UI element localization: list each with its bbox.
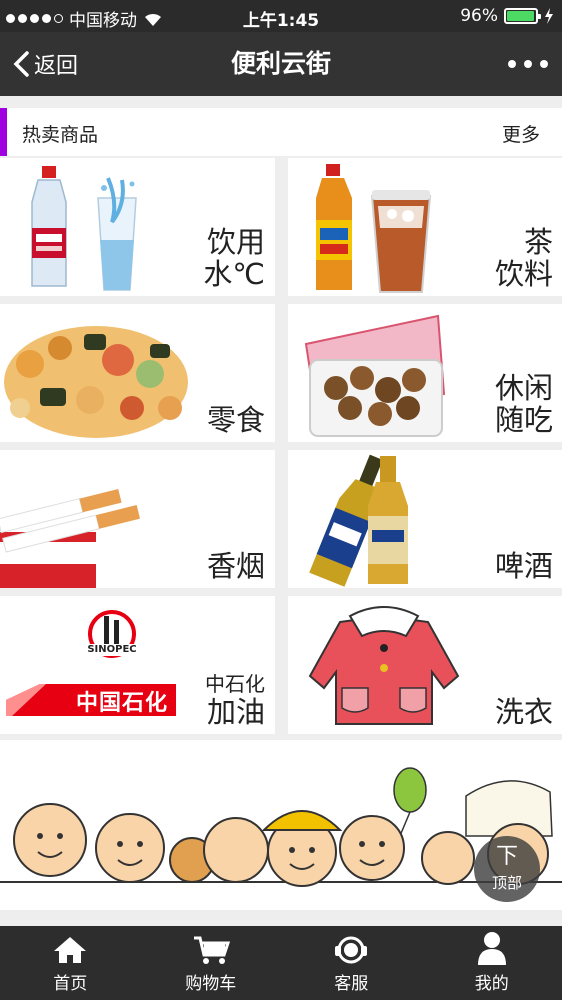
tile-label: 中石化 加油 [205,672,265,728]
laundry-icon [308,606,460,725]
water-bottle-icon [31,166,137,291]
tile-label: 休闲 随吃 [495,372,553,436]
tile-label-line2: 啤酒 [494,549,553,583]
cigarette-icon [0,488,141,588]
tab-profile[interactable]: 我的 [422,926,562,1000]
nav-bar: 返回 便利云街 [0,32,562,96]
tile-label-line2: 零食 [206,403,265,437]
tile-label-line2: 加油 [206,695,265,729]
tab-service[interactable]: 客服 [281,926,422,1000]
tile-label-line1: 休闲 [494,371,553,405]
snacks-icon [4,326,188,438]
more-link[interactable]: 更多 [502,120,540,147]
beer-icon [309,454,408,587]
sinopec-icon: SINOPEC 中国石化 [0,596,200,734]
tile-label-line2: 饮料 [494,257,553,291]
tile-label: 洗衣 [495,696,553,728]
sinopec-brand: SINOPEC [87,644,137,655]
category-tile-tea[interactable]: 茶 饮料 [288,158,562,296]
category-tile-snacks[interactable]: 零食 [0,304,275,442]
tile-label-line2: 随吃 [494,403,553,437]
headset-icon [335,936,368,964]
tile-label-line1: 中石化 [205,672,265,696]
tile-label-line2: 水℃ [203,257,265,291]
tile-label-line2: 香烟 [206,549,265,583]
user-icon [477,932,506,965]
tile-label-line2: 洗衣 [494,695,553,729]
tab-cart[interactable]: 购物车 [141,926,282,1000]
tile-label: 茶 饮料 [495,226,553,290]
scroll-to-top-button[interactable]: 下 顶部 [474,836,540,902]
tab-profile-label: 我的 [474,974,509,994]
hot-products-header: 热卖商品 更多 [0,108,562,156]
battery-percent: 96% [460,6,498,26]
status-bar: 中国移动 上午1:45 96% [0,0,562,32]
category-tile-beer[interactable]: 啤酒 [288,450,562,588]
category-tile-water[interactable]: 饮用 水℃ [0,158,275,296]
tab-home-label: 首页 [53,974,88,994]
tile-label-line1: 茶 [523,225,553,259]
page-title: 便利云街 [230,49,331,78]
home-icon [54,937,87,963]
tab-cart-label: 购物车 [185,974,237,994]
battery-fill [507,11,534,21]
tile-label-line1: 饮用 [206,225,265,259]
category-tile-cigarettes[interactable]: 香烟 [0,450,275,588]
casual-snack-icon [304,314,446,437]
tile-label: 零食 [207,404,265,436]
tab-service-label: 客服 [334,974,369,994]
category-tile-laundry[interactable]: 洗衣 [288,596,562,734]
category-tile-casual-snack[interactable]: 休闲 随吃 [288,304,562,442]
battery-icon [504,8,541,24]
to-top-arrow: 下 [495,844,518,869]
bottom-tab-bar: 首页 购物车 客服 我的 [0,926,562,1000]
tile-label: 饮用 水℃ [203,226,265,290]
status-right: 96% [460,6,554,26]
section-accent-bar [0,108,7,156]
tile-label: 啤酒 [495,550,553,582]
to-top-label: 顶部 [491,874,522,892]
more-options-button[interactable] [508,52,548,76]
charging-icon [545,8,553,24]
category-tile-fuel[interactable]: SINOPEC 中国石化 中石化 加油 [0,596,275,734]
section-title: 热卖商品 [22,124,99,146]
tile-label: 香烟 [207,550,265,582]
cart-icon [193,936,230,964]
tab-home[interactable]: 首页 [0,926,141,1000]
tea-drink-icon [316,164,432,293]
sinopec-logo-text: 中国石化 [76,691,169,716]
